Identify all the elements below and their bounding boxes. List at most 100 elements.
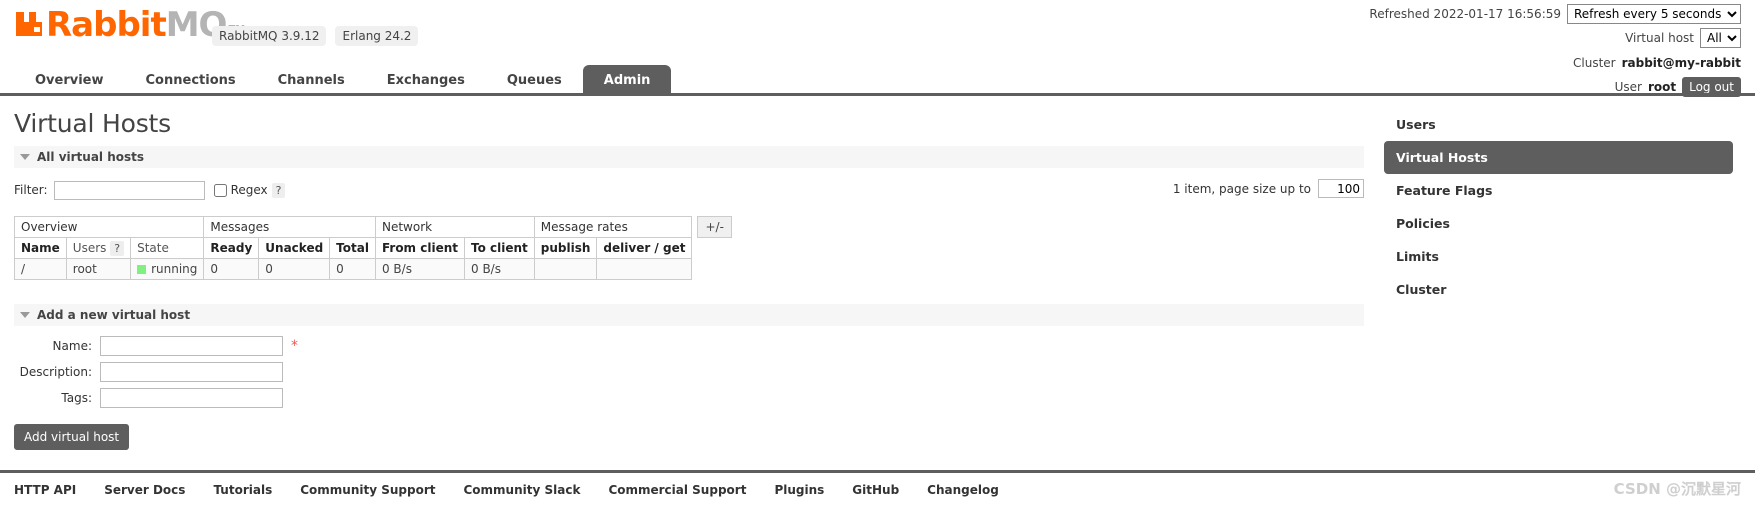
virtual-hosts-table: Overview Messages Network Message rates …	[13, 216, 693, 280]
regex-toggle[interactable]: Regex ?	[213, 182, 286, 198]
filter-label: Filter:	[14, 183, 48, 197]
refreshed-timestamp: Refreshed 2022-01-17 16:56:59	[1369, 7, 1561, 21]
add-virtual-host-form: Name: * Description: Tags: Add virtual h…	[14, 336, 1364, 450]
footer-link-tutorials[interactable]: Tutorials	[213, 483, 272, 497]
group-header-message-rates: Message rates	[533, 216, 693, 238]
pagination-controls: 1 item, page size up to	[1173, 179, 1364, 198]
group-header-messages: Messages	[203, 216, 376, 238]
cell-messages-unacked: 0	[258, 258, 331, 280]
column-header-from-client[interactable]: From client	[374, 237, 466, 259]
tab-queues[interactable]: Queues	[486, 65, 583, 96]
cell-vhost-name[interactable]: /	[14, 258, 67, 280]
tab-connections[interactable]: Connections	[125, 65, 257, 96]
badge-erlang-version: Erlang 24.2	[335, 26, 419, 46]
column-header-publish[interactable]: publish	[533, 237, 598, 259]
logo-text-rabbit: Rabbit	[46, 5, 167, 45]
cell-vhost-state: running	[130, 258, 205, 280]
regex-checkbox[interactable]	[213, 183, 227, 197]
name-label: Name:	[52, 339, 92, 353]
collapse-triangle-icon-add[interactable]	[20, 312, 30, 318]
cell-vhost-users: root	[65, 258, 132, 280]
footer-link-github[interactable]: GitHub	[852, 483, 899, 497]
column-header-users[interactable]: Users ?	[65, 237, 132, 259]
column-header-unacked[interactable]: Unacked	[258, 237, 331, 259]
column-header-ready[interactable]: Ready	[203, 237, 260, 259]
page-footer: HTTP API Server Docs Tutorials Community…	[0, 470, 1755, 512]
cell-network-to-client: 0 B/s	[464, 258, 535, 280]
rabbitmq-logo[interactable]: RabbitMQ TM	[14, 8, 245, 42]
footer-link-http-api[interactable]: HTTP API	[14, 483, 76, 497]
virtual-host-label: Virtual host	[1625, 31, 1694, 45]
cell-rate-publish	[533, 258, 598, 280]
tags-label: Tags:	[61, 391, 92, 405]
main-content: Virtual Hosts All virtual hosts Filter: …	[0, 99, 1378, 450]
tab-overview[interactable]: Overview	[14, 65, 125, 96]
column-header-total[interactable]: Total	[329, 237, 376, 259]
status-badge: running	[151, 262, 198, 276]
cell-network-from-client: 0 B/s	[374, 258, 466, 280]
tab-exchanges[interactable]: Exchanges	[366, 65, 486, 96]
footer-link-changelog[interactable]: Changelog	[927, 483, 999, 497]
footer-link-server-docs[interactable]: Server Docs	[104, 483, 185, 497]
footer-link-commercial-support[interactable]: Commercial Support	[608, 483, 746, 497]
form-row-tags: Tags:	[14, 388, 1364, 408]
column-header-state[interactable]: State	[130, 237, 205, 259]
status-indicator-icon	[137, 264, 147, 274]
regex-label: Regex	[230, 183, 268, 197]
name-input[interactable]	[100, 336, 283, 356]
page-title: Virtual Hosts	[14, 109, 171, 138]
refresh-interval-select[interactable]: Refresh every 5 seconds	[1567, 4, 1741, 24]
column-header-users-label: Users	[72, 241, 107, 255]
sidebar-item-virtual-hosts[interactable]: Virtual Hosts	[1384, 141, 1733, 174]
add-virtual-host-label: Add a new virtual host	[37, 308, 191, 322]
sidebar-item-users[interactable]: Users	[1384, 108, 1755, 141]
sidebar-item-cluster[interactable]: Cluster	[1384, 273, 1755, 306]
page-header: RabbitMQ TM RabbitMQ 3.9.12 Erlang 24.2 …	[0, 0, 1755, 97]
pager-item-count: 1 item, page size up to	[1172, 181, 1311, 196]
virtual-host-select[interactable]: All	[1700, 28, 1741, 48]
column-header-name[interactable]: Name	[14, 237, 67, 259]
required-asterisk: *	[291, 338, 298, 354]
form-row-name: Name: *	[14, 336, 1364, 356]
rabbitmq-logo-icon	[14, 8, 44, 38]
tab-admin[interactable]: Admin	[582, 65, 672, 96]
add-virtual-host-button[interactable]: Add virtual host	[14, 424, 130, 450]
users-help-icon[interactable]: ?	[110, 241, 125, 256]
filter-input[interactable]	[53, 180, 205, 200]
group-header-overview: Overview	[13, 216, 205, 238]
table-column-header-row: Name Users ? State Ready Unacked Total F…	[14, 237, 693, 259]
sidebar-item-policies[interactable]: Policies	[1384, 207, 1755, 240]
page-size-input[interactable]	[1318, 179, 1364, 198]
table-group-header-row: Overview Messages Network Message rates	[13, 216, 693, 238]
column-header-to-client[interactable]: To client	[464, 237, 535, 259]
all-virtual-hosts-section-header[interactable]: All virtual hosts	[14, 146, 1364, 168]
cell-rate-deliver-get	[596, 258, 693, 280]
sidebar-item-feature-flags[interactable]: Feature Flags	[1384, 174, 1755, 207]
footer-link-community-slack[interactable]: Community Slack	[463, 483, 580, 497]
toggle-columns-button[interactable]: +/-	[697, 216, 732, 238]
cell-messages-total: 0	[329, 258, 376, 280]
description-label: Description:	[19, 365, 92, 379]
sidebar-item-limits[interactable]: Limits	[1384, 240, 1755, 273]
all-virtual-hosts-label: All virtual hosts	[37, 150, 145, 164]
add-virtual-host-section-header[interactable]: Add a new virtual host	[14, 304, 1364, 326]
cell-messages-ready: 0	[203, 258, 260, 280]
footer-links: HTTP API Server Docs Tutorials Community…	[14, 483, 1741, 497]
version-badges: RabbitMQ 3.9.12 Erlang 24.2	[212, 26, 419, 46]
tab-channels[interactable]: Channels	[257, 65, 366, 96]
column-header-deliver-get[interactable]: deliver / get	[596, 237, 693, 259]
main-navigation: Overview Connections Channels Exchanges …	[0, 62, 1755, 96]
table-row[interactable]: / root running 0 0 0 0 B/s 0 B/s	[14, 258, 693, 280]
form-row-description: Description:	[14, 362, 1364, 382]
filter-help-icon[interactable]: ?	[271, 182, 286, 198]
watermark: CSDN @沉默星河	[1613, 480, 1741, 498]
description-input[interactable]	[100, 362, 283, 382]
badge-rabbitmq-version: RabbitMQ 3.9.12	[212, 26, 327, 46]
collapse-triangle-icon[interactable]	[20, 154, 30, 160]
group-header-network: Network	[374, 216, 535, 238]
filter-row: Filter: Regex ? 1 item, page size up to	[14, 178, 1364, 202]
tags-input[interactable]	[100, 388, 283, 408]
footer-link-plugins[interactable]: Plugins	[774, 483, 824, 497]
admin-sidebar: Users Virtual Hosts Feature Flags Polici…	[1378, 108, 1755, 306]
footer-link-community-support[interactable]: Community Support	[300, 483, 435, 497]
